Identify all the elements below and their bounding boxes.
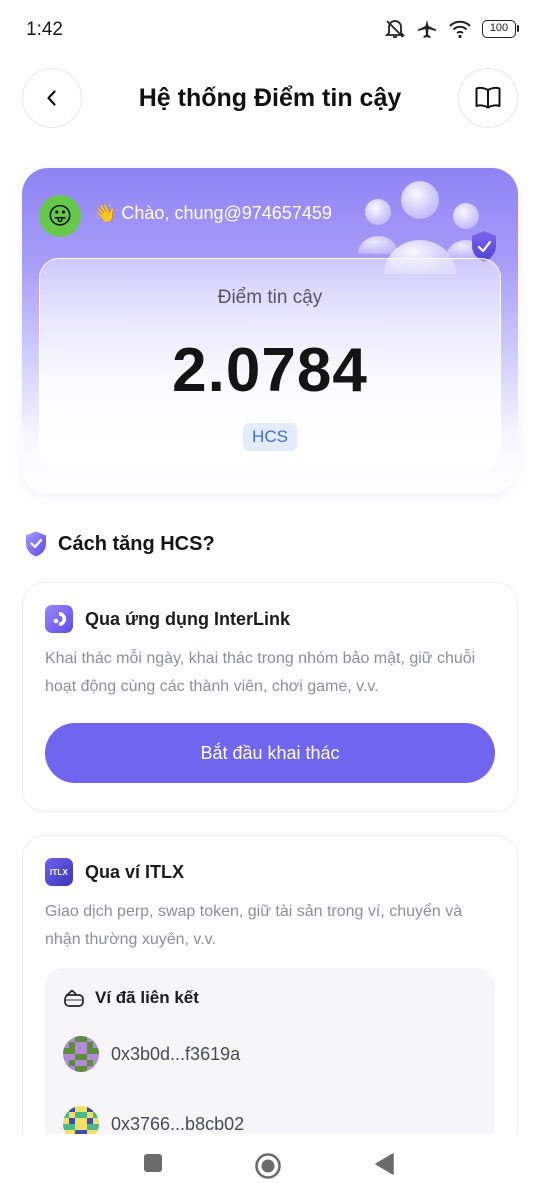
score-value: 2.0784 [172,336,368,405]
method-app-description: Khai thác mỗi ngày, khai thác trong nhóm… [45,650,476,695]
method-app-title: Qua ứng dụng InterLink [85,608,291,629]
battery-icon: 100 [482,20,519,38]
wallet-avatar [63,1036,99,1072]
method-wallet-title: Qua ví ITLX [85,861,185,882]
score-box: Điểm tin cậy 2.0784 HCS [39,258,501,470]
screen: 1:42 100 Hệ thống Điểm tin cậy 😛 👋 Chào,… [0,0,540,1200]
linked-wallets-title: Ví đã liên kết [95,988,199,1007]
section-heading: Cách tăng HCS? [24,530,215,558]
recent-apps-button[interactable] [142,1152,164,1179]
header: Hệ thống Điểm tin cậy [0,68,540,132]
triangle-back-icon [375,1153,394,1175]
method-card-wallet-head: ITLX Qua ví ITLX [45,858,184,886]
trust-score-card: 😛 👋 Chào, chung@974657459 Điểm tin cậy 2… [22,168,518,494]
home-button[interactable] [254,1152,282,1185]
method-card-app: Qua ứng dụng InterLink Khai thác mỗi ngà… [22,582,518,812]
score-unit-badge: HCS [243,423,297,451]
mute-icon [384,20,406,38]
wallet-address: 0x3766...b8cb02 [111,1113,245,1134]
home-circle-icon [255,1153,281,1179]
wallet-address: 0x3b0d...f3619a [111,1043,241,1064]
status-icons: 100 [384,18,519,40]
method-card-app-head: Qua ứng dụng InterLink [45,605,290,633]
system-back-button[interactable] [373,1152,395,1181]
wallet-icon [64,989,84,1007]
square-icon [144,1154,162,1172]
shield-check-icon [26,531,46,557]
score-label: Điểm tin cậy [217,287,323,308]
system-nav-bar [0,1134,540,1200]
wallet-row[interactable]: 0x3b0d...f3619a [63,1036,240,1072]
status-time: 1:42 [26,19,63,40]
book-icon [475,86,501,109]
status-bar: 1:42 100 [0,0,540,60]
wifi-icon [449,20,471,39]
guide-button[interactable] [458,68,518,128]
interlink-mark-icon [53,612,66,626]
itlx-logo-icon: ITLX [45,858,73,886]
method-card-wallet: ITLX Qua ví ITLX Giao dịch perp, swap to… [22,835,518,1198]
avatar: 😛 [39,195,81,237]
method-wallet-description: Giao dịch perp, swap token, giữ tài sản … [45,903,463,948]
linked-wallets-head: Ví đã liên kết [63,988,199,1008]
interlink-logo-icon [45,605,73,633]
section-title: Cách tăng HCS? [58,532,215,555]
airplane-icon [418,20,436,38]
start-mining-button[interactable]: Bắt đầu khai thác [45,723,495,783]
greeting-text: 👋 Chào, chung@974657459 [94,203,332,223]
